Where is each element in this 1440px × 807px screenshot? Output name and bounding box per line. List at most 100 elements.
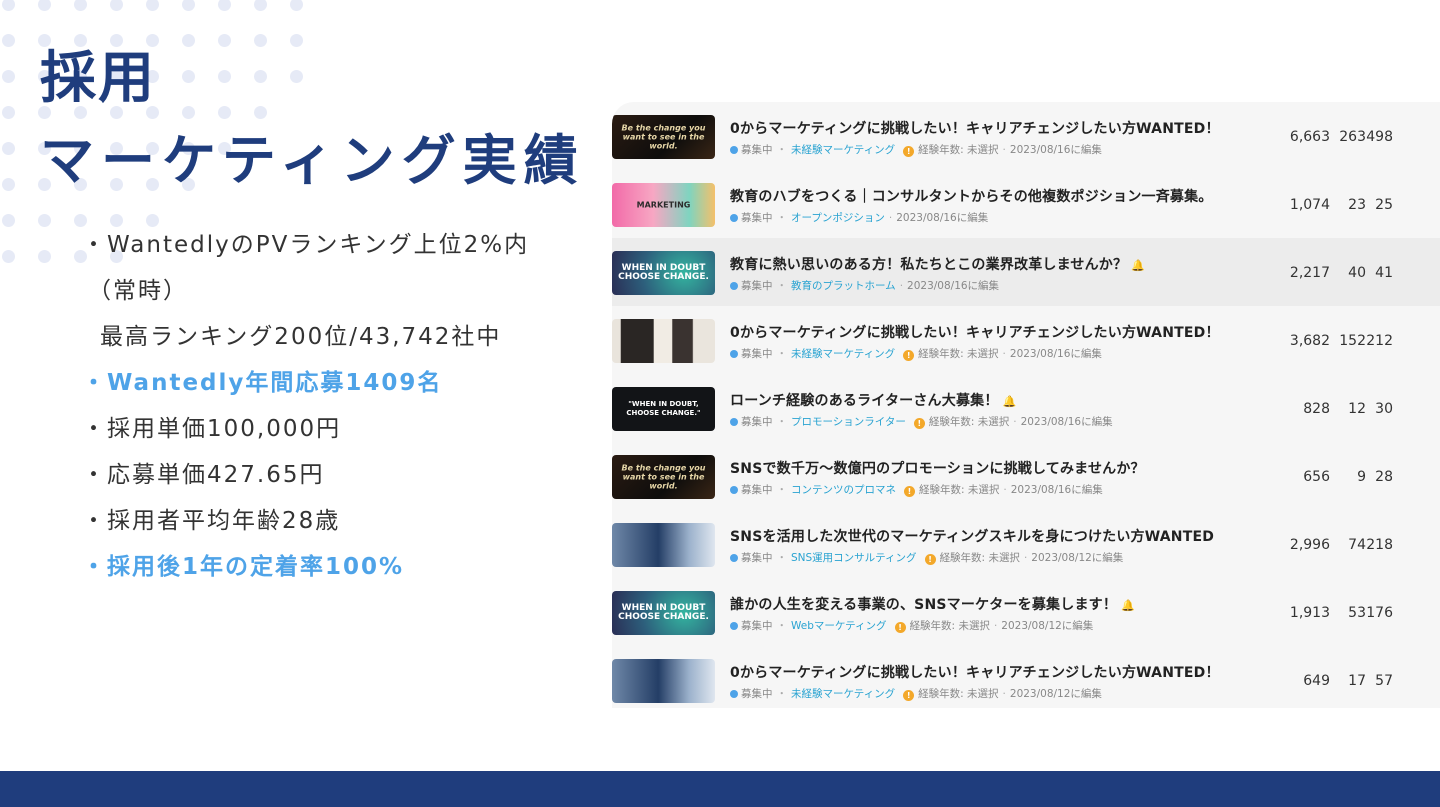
bell-icon: 🔔 bbox=[1131, 259, 1146, 272]
decorative-dot bbox=[38, 250, 51, 263]
decorative-dot bbox=[74, 0, 87, 11]
job-title[interactable]: 0からマーケティングに挑戦したい！キャリアチェンジしたい方WANTED！ bbox=[730, 662, 1220, 682]
stat-entries: 40 bbox=[1348, 265, 1366, 281]
status-label: 募集中 bbox=[741, 552, 773, 564]
achievement-pv-ranking-note: （常時） bbox=[88, 278, 188, 304]
job-category: 未経験マーケティング bbox=[791, 688, 896, 700]
title-line-2: マーケティング実績 bbox=[40, 129, 585, 192]
job-row[interactable]: Be the change you want to see in the wor… bbox=[612, 442, 1440, 510]
decorative-dot bbox=[2, 142, 15, 155]
stat-views: 828 bbox=[1303, 401, 1330, 417]
page-title: 採用 マーケティング実績 bbox=[40, 38, 585, 202]
info-icon: ! bbox=[913, 418, 925, 429]
job-thumbnail: WHEN IN DOUBT CHOOSE CHANGE. bbox=[612, 251, 715, 295]
job-row[interactable]: 0からマーケティングに挑戦したい！キャリアチェンジしたい方WANTED！ 募集中… bbox=[612, 646, 1440, 708]
stat-entries: 74 bbox=[1348, 537, 1366, 553]
job-meta: 募集中・オープンポジション · 2023/08/16に編集 bbox=[730, 211, 988, 225]
edited-date: 2023/08/16に編集 bbox=[1010, 484, 1103, 496]
edited-date: 2023/08/16に編集 bbox=[1009, 144, 1102, 156]
job-thumbnail: Be the change you want to see in the wor… bbox=[612, 455, 715, 499]
job-category: コンテンツのプロマネ bbox=[791, 484, 896, 496]
stat-views: 3,682 bbox=[1289, 333, 1330, 349]
achievement-pv-ranking: ・WantedlyのPVランキング上位2%内 bbox=[82, 232, 530, 258]
info-icon: ! bbox=[903, 350, 915, 361]
edited-date: 2023/08/16に編集 bbox=[1009, 348, 1102, 360]
status-dot-icon bbox=[730, 146, 738, 154]
decorative-dot bbox=[2, 178, 15, 191]
status-dot-icon bbox=[730, 350, 738, 358]
stat-applications: 498 bbox=[1366, 129, 1393, 145]
decorative-dot bbox=[110, 0, 123, 11]
job-posting-list-screenshot: Be the change you want to see in the wor… bbox=[612, 102, 1440, 708]
job-category: 未経験マーケティング bbox=[791, 144, 896, 156]
stat-entries: 12 bbox=[1348, 401, 1366, 417]
stat-entries: 17 bbox=[1348, 673, 1366, 689]
decorative-dot bbox=[2, 0, 15, 11]
job-title[interactable]: 教育のハブをつくる｜コンサルタントからその他複数ポジション一斉募集。 bbox=[730, 186, 1213, 206]
stat-entries: 9 bbox=[1357, 469, 1366, 485]
job-row[interactable]: Be the change you want to see in the wor… bbox=[612, 102, 1440, 170]
status-label: 募集中 bbox=[741, 280, 773, 292]
job-row[interactable]: 0からマーケティングに挑戦したい！キャリアチェンジしたい方WANTED！ 募集中… bbox=[612, 306, 1440, 374]
stat-views: 1,913 bbox=[1289, 605, 1330, 621]
experience-label: 経験年数: 未選択 bbox=[918, 144, 999, 156]
experience-label: 経験年数: 未選択 bbox=[919, 484, 1000, 496]
job-row[interactable]: "WHEN IN DOUBT, CHOOSE CHANGE." ローンチ経験のあ… bbox=[612, 374, 1440, 442]
job-row[interactable]: MARKETING 教育のハブをつくる｜コンサルタントからその他複数ポジション一… bbox=[612, 170, 1440, 238]
job-title[interactable]: 誰かの人生を変える事業の、SNSマーケターを募集します！ 🔔 bbox=[730, 594, 1135, 614]
stat-views: 2,996 bbox=[1289, 537, 1330, 553]
decorative-dot bbox=[218, 0, 231, 11]
job-category: プロモーションライター bbox=[791, 416, 906, 428]
job-title[interactable]: 0からマーケティングに挑戦したい！キャリアチェンジしたい方WANTED！ bbox=[730, 118, 1220, 138]
job-title[interactable]: SNSで数千万～数億円のプロモーションに挑戦してみませんか？ bbox=[730, 458, 1145, 478]
job-meta: 募集中・教育のプラットホーム · 2023/08/16に編集 bbox=[730, 279, 999, 293]
job-title[interactable]: 教育に熱い思いのある方！私たちとこの業界改革しませんか？ 🔔 bbox=[730, 254, 1145, 274]
job-title[interactable]: ローンチ経験のあるライターさん大募集！ 🔔 bbox=[730, 390, 1016, 410]
status-label: 募集中 bbox=[741, 688, 773, 700]
status-dot-icon bbox=[730, 486, 738, 494]
job-row[interactable]: WHEN IN DOUBT CHOOSE CHANGE. 教育に熱い思いのある方… bbox=[612, 238, 1440, 306]
job-meta: 募集中・コンテンツのプロマネ! 経験年数: 未選択 · 2023/08/16に編集 bbox=[730, 483, 1103, 497]
edited-date: 2023/08/16に編集 bbox=[896, 212, 989, 224]
decorative-dot bbox=[2, 214, 15, 227]
stat-views: 649 bbox=[1303, 673, 1330, 689]
job-category: Webマーケティング bbox=[791, 620, 887, 632]
decorative-dot bbox=[38, 214, 51, 227]
edited-date: 2023/08/12に編集 bbox=[1001, 620, 1094, 632]
status-dot-icon bbox=[730, 214, 738, 222]
job-row[interactable]: WHEN IN DOUBT CHOOSE CHANGE. 誰かの人生を変える事業… bbox=[612, 578, 1440, 646]
edited-date: 2023/08/16に編集 bbox=[907, 280, 1000, 292]
stat-views: 656 bbox=[1303, 469, 1330, 485]
job-meta: 募集中・ SNS運用コンサルティング! 経験年数: 未選択 · 2023/08/12に編… bbox=[730, 551, 1123, 565]
decorative-dot bbox=[2, 34, 15, 47]
info-icon: ! bbox=[904, 486, 915, 497]
status-label: 募集中 bbox=[741, 212, 773, 224]
status-dot-icon bbox=[730, 282, 738, 290]
stat-views: 2,217 bbox=[1289, 265, 1330, 281]
stat-views: 1,074 bbox=[1289, 197, 1330, 213]
job-thumbnail: "WHEN IN DOUBT, CHOOSE CHANGE." bbox=[612, 387, 715, 431]
title-line-1: 採用 bbox=[40, 46, 156, 111]
experience-label: 経験年数: 未選択 bbox=[939, 552, 1020, 564]
job-category: 未経験マーケティング bbox=[791, 348, 896, 360]
stat-views: 6,663 bbox=[1289, 129, 1330, 145]
achievement-best-ranking: 最高ランキング200位/43,742社中 bbox=[100, 324, 502, 350]
status-dot-icon bbox=[730, 418, 738, 426]
decorative-dot bbox=[146, 0, 159, 11]
achievement-retention: ・採用後1年の定着率100% bbox=[82, 554, 405, 580]
stat-applications: 28 bbox=[1375, 469, 1393, 485]
decorative-dot bbox=[182, 0, 195, 11]
job-category: 教育のプラットホーム bbox=[791, 280, 896, 292]
status-label: 募集中 bbox=[741, 484, 773, 496]
stat-applications: 57 bbox=[1375, 673, 1393, 689]
decorative-dot bbox=[2, 106, 15, 119]
decorative-dot bbox=[2, 70, 15, 83]
job-title[interactable]: 0からマーケティングに挑戦したい！キャリアチェンジしたい方WANTED！ bbox=[730, 322, 1220, 342]
job-title[interactable]: SNSを活用した次世代のマーケティングスキルを身につけたい方WANTED bbox=[730, 526, 1214, 546]
status-label: 募集中 bbox=[741, 416, 773, 428]
stat-applications: 176 bbox=[1366, 605, 1393, 621]
edited-date: 2023/08/12に編集 bbox=[1009, 688, 1102, 700]
status-dot-icon bbox=[730, 622, 738, 630]
job-meta: 募集中・プロモーションライター! 経験年数: 未選択 · 2023/08/16に編集 bbox=[730, 415, 1113, 429]
job-row[interactable]: SNSを活用した次世代のマーケティングスキルを身につけたい方WANTED 募集中… bbox=[612, 510, 1440, 578]
